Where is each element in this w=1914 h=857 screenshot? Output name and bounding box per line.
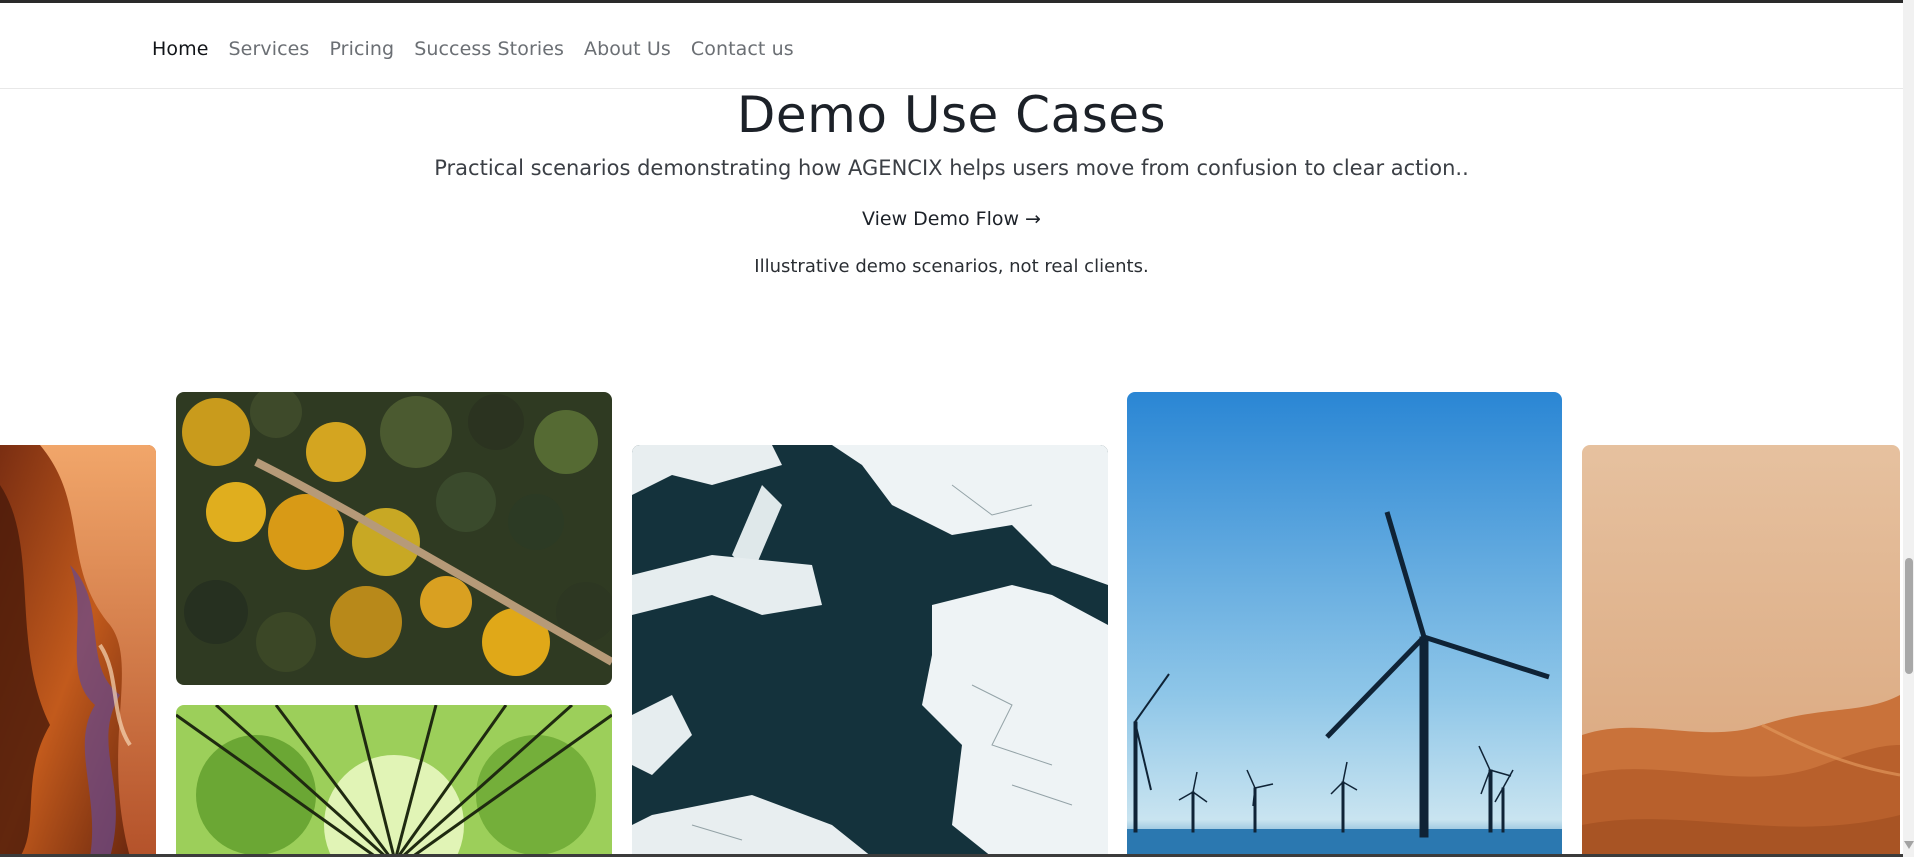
nav-services[interactable]: Services xyxy=(229,38,310,60)
section-subtitle: Practical scenarios demonstrating how AG… xyxy=(434,156,1469,180)
desert-dunes-image xyxy=(1582,445,1900,857)
canyon-image xyxy=(0,445,156,857)
top-navbar: Home Services Pricing Success Stories Ab… xyxy=(0,3,1903,89)
nav-about-us[interactable]: About Us xyxy=(584,38,671,60)
nav-pricing[interactable]: Pricing xyxy=(329,38,394,60)
view-demo-flow-link[interactable]: View Demo Flow → xyxy=(862,208,1041,230)
demo-link-wrapper: View Demo Flow → xyxy=(0,208,1903,230)
nav-success-stories[interactable]: Success Stories xyxy=(414,38,564,60)
section-title: Demo Use Cases xyxy=(736,86,1167,144)
page-scrollbar[interactable] xyxy=(1903,0,1914,857)
demo-disclaimer: Illustrative demo scenarios, not real cl… xyxy=(754,256,1149,277)
autumn-forest-image xyxy=(176,392,612,685)
ice-floes-image xyxy=(632,445,1108,857)
scrollbar-thumb[interactable] xyxy=(1905,558,1913,674)
scroll-down-arrow-icon[interactable] xyxy=(1904,841,1914,849)
bamboo-canopy-image xyxy=(176,705,612,857)
nav-contact-us[interactable]: Contact us xyxy=(691,38,794,60)
main-nav: Home Services Pricing Success Stories Ab… xyxy=(152,38,794,60)
wind-turbines-image xyxy=(1127,392,1562,857)
nav-home[interactable]: Home xyxy=(152,38,209,60)
